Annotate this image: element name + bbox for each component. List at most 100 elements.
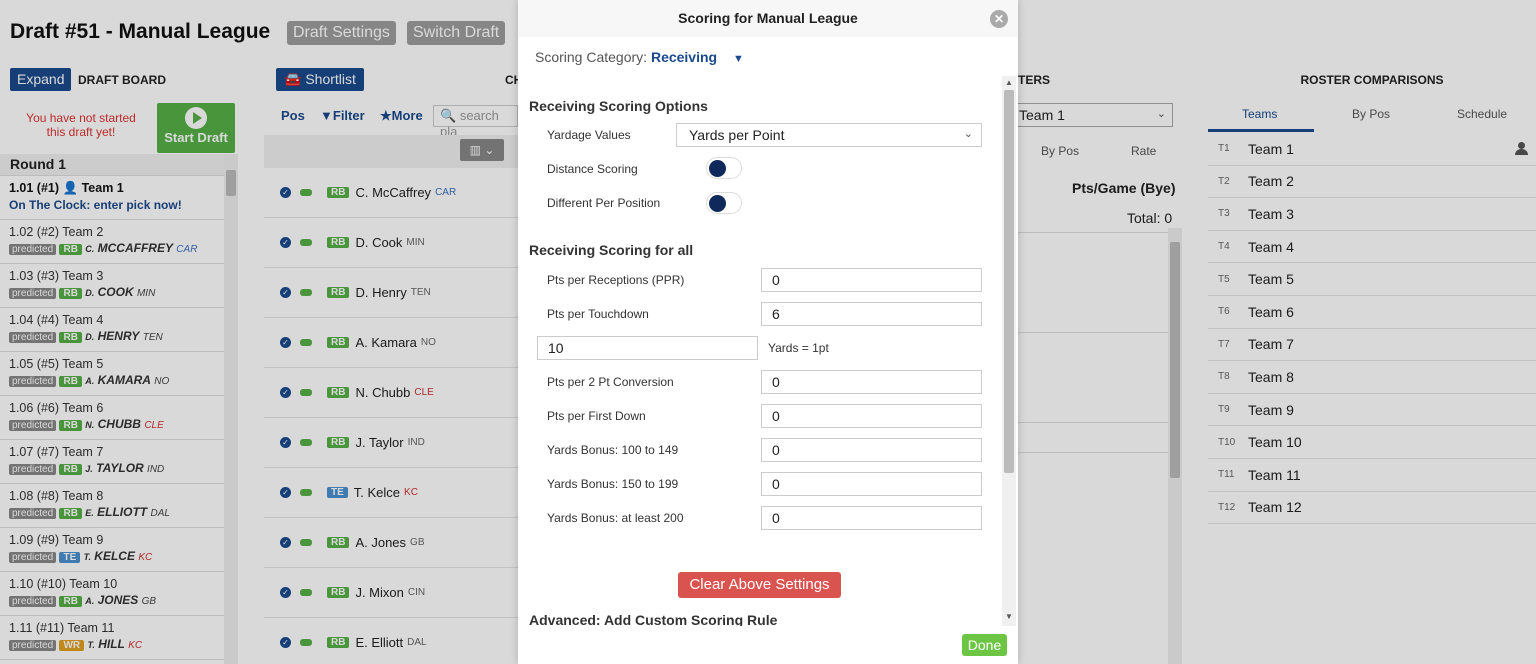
pick-row[interactable]: 1.03 (#3) Team 3 predicted RB D. COOK MIN — [0, 264, 224, 308]
car-icon[interactable] — [300, 539, 312, 546]
team-row[interactable]: T6 Team 6 — [1208, 296, 1536, 329]
team-row[interactable]: T9 Team 9 — [1208, 394, 1536, 427]
team-row[interactable]: T8 Team 8 — [1208, 361, 1536, 394]
player-name: TAYLOR — [96, 461, 144, 475]
done-button[interactable]: Done — [962, 634, 1007, 656]
start-draft-button[interactable]: Start Draft — [157, 103, 235, 153]
player-row[interactable]: ✓ RB N. Chubb CLE — [264, 368, 518, 418]
first-down-input[interactable]: 0 — [761, 404, 982, 428]
tab-schedule[interactable]: Schedule — [1457, 107, 1507, 121]
diff-pos-toggle[interactable] — [706, 192, 742, 214]
ppr-input[interactable]: 0 — [761, 268, 982, 292]
search-input[interactable]: 🔍 search pla — [433, 105, 518, 139]
player-row[interactable]: ✓ RB E. Elliott DAL — [264, 618, 518, 664]
check-icon[interactable]: ✓ — [280, 287, 291, 298]
check-icon[interactable]: ✓ — [280, 337, 291, 348]
team-row[interactable]: T12 Team 12 — [1208, 492, 1536, 525]
check-icon[interactable]: ✓ — [280, 637, 291, 648]
modal-scrollbar[interactable]: ▲ ▼ — [1002, 76, 1016, 626]
switch-draft-button[interactable]: Switch Draft — [407, 21, 506, 45]
car-icon[interactable] — [300, 289, 312, 296]
tab-teams[interactable]: Teams — [1242, 107, 1277, 121]
check-icon[interactable]: ✓ — [280, 537, 291, 548]
advanced-header[interactable]: Advanced: Add Custom Scoring Rule — [529, 612, 777, 626]
team-row[interactable]: T3 Team 3 — [1208, 198, 1536, 231]
rosters-scrollbar[interactable] — [1168, 228, 1182, 664]
player-row[interactable]: ✓ RB A. Jones GB — [264, 518, 518, 568]
yardage-select[interactable]: Yards per Point ⌄ — [676, 123, 982, 147]
team-row[interactable]: T4 Team 4 — [1208, 231, 1536, 264]
player-row[interactable]: ✓ RB J. Mixon CIN — [264, 568, 518, 618]
pick-row[interactable]: 1.02 (#2) Team 2 predicted RB C. MCCAFFRE… — [0, 220, 224, 264]
columns-button[interactable]: ▥ ⌄ — [460, 139, 504, 161]
td-input[interactable]: 6 — [761, 302, 982, 326]
yards-label: Yards = 1pt — [768, 341, 829, 355]
player-row[interactable]: ✓ RB A. Kamara NO — [264, 318, 518, 368]
tab-by-pos[interactable]: By Pos — [1352, 107, 1390, 121]
pick-row[interactable]: 1.11 (#11) Team 11 predicted WR T. HILL K… — [0, 616, 224, 660]
check-icon[interactable]: ✓ — [280, 437, 291, 448]
position-badge: RB — [327, 287, 350, 298]
pick-row[interactable]: 1.04 (#4) Team 4 predicted RB D. HENRY TE… — [0, 308, 224, 352]
pick-row[interactable]: 1.01 (#1) 👤 Team 1 On The Clock: enter p… — [0, 176, 224, 220]
shortlist-button[interactable]: 🚘 Shortlist — [276, 68, 364, 91]
car-icon[interactable] — [300, 239, 312, 246]
team-row[interactable]: T2 Team 2 — [1208, 166, 1536, 199]
predicted-badge: predicted — [9, 244, 57, 255]
board-scrollbar[interactable] — [224, 154, 238, 664]
player-row[interactable]: ✓ RB J. Taylor IND — [264, 418, 518, 468]
player-name: N. Chubb — [355, 385, 411, 400]
car-icon[interactable] — [300, 339, 312, 346]
check-icon[interactable]: ✓ — [280, 487, 291, 498]
distance-toggle[interactable] — [706, 157, 742, 179]
player-team: NO — [154, 376, 170, 387]
two-pt-label: Pts per 2 Pt Conversion — [547, 375, 674, 389]
filter-button[interactable]: ▼Filter — [320, 108, 365, 123]
clear-settings-button[interactable]: Clear Above Settings — [678, 572, 841, 598]
check-icon[interactable]: ✓ — [280, 187, 291, 198]
yards-input[interactable]: 10 — [537, 336, 758, 360]
rate-tab[interactable]: Rate — [1131, 144, 1156, 158]
pick-row[interactable]: 1.05 (#5) Team 5 predicted RB A. KAMARA N… — [0, 352, 224, 396]
team-row[interactable]: T11 Team 11 — [1208, 459, 1536, 492]
close-icon[interactable]: ✕ — [990, 10, 1008, 28]
car-icon[interactable] — [300, 439, 312, 446]
scoring-category-select[interactable]: Scoring Category: Receiving ▼ — [535, 49, 744, 65]
car-icon[interactable] — [300, 589, 312, 596]
team-select[interactable]: Team 1 ⌄ — [1010, 103, 1173, 127]
position-badge: RB — [327, 387, 350, 398]
draft-settings-button[interactable]: Draft Settings — [287, 21, 396, 45]
bonus1-input[interactable]: 0 — [761, 438, 982, 462]
player-name: D. Henry — [355, 285, 407, 300]
scroll-up-icon[interactable]: ▲ — [1005, 78, 1013, 87]
player-row[interactable]: ✓ RB C. McCaffrey CAR — [264, 168, 518, 218]
check-icon[interactable]: ✓ — [280, 237, 291, 248]
car-icon[interactable] — [300, 489, 312, 496]
pick-row[interactable]: 1.09 (#9) Team 9 predicted TE T. KELCE KC — [0, 528, 224, 572]
pts-game-header: Pts/Game (Bye) — [1072, 180, 1176, 196]
scroll-down-icon[interactable]: ▼ — [1005, 612, 1013, 621]
player-row[interactable]: ✓ RB D. Henry TEN — [264, 268, 518, 318]
pick-row[interactable]: 1.08 (#8) Team 8 predicted RB E. ELLIOTT … — [0, 484, 224, 528]
pick-row[interactable]: 1.06 (#6) Team 6 predicted RB N. CHUBB CL… — [0, 396, 224, 440]
player-row[interactable]: ✓ RB D. Cook MIN — [264, 218, 518, 268]
car-icon[interactable] — [300, 389, 312, 396]
car-icon[interactable] — [300, 189, 312, 196]
expand-button[interactable]: Expand — [10, 68, 72, 91]
pos-filter[interactable]: Pos — [281, 108, 305, 123]
bonus2-input[interactable]: 0 — [761, 472, 982, 496]
by-pos-tab[interactable]: By Pos — [1041, 144, 1079, 158]
car-icon[interactable] — [300, 639, 312, 646]
check-icon[interactable]: ✓ — [280, 587, 291, 598]
player-row[interactable]: ✓ TE T. Kelce KC — [264, 468, 518, 518]
team-row[interactable]: T1 Team 1 — [1208, 133, 1536, 166]
team-row[interactable]: T5 Team 5 — [1208, 263, 1536, 296]
team-row[interactable]: T7 Team 7 — [1208, 329, 1536, 362]
bonus3-input[interactable]: 0 — [761, 506, 982, 530]
pick-row[interactable]: 1.10 (#10) Team 10 predicted RB A. JONES … — [0, 572, 224, 616]
team-row[interactable]: T10 Team 10 — [1208, 426, 1536, 459]
two-pt-input[interactable]: 0 — [761, 370, 982, 394]
pick-row[interactable]: 1.07 (#7) Team 7 predicted RB J. TAYLOR I… — [0, 440, 224, 484]
more-button[interactable]: ★More — [380, 108, 423, 124]
check-icon[interactable]: ✓ — [280, 387, 291, 398]
